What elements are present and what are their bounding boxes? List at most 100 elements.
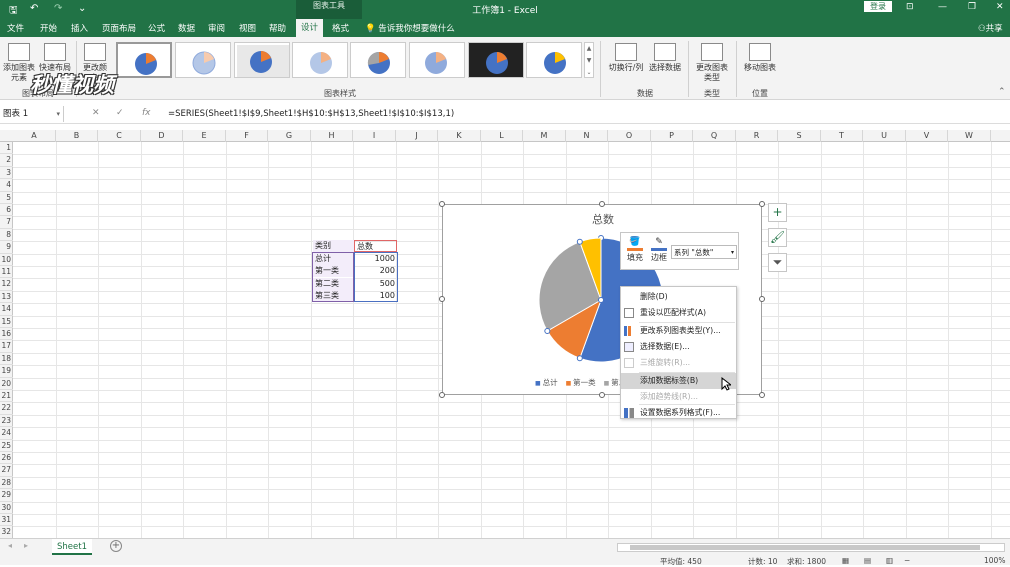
- row-header[interactable]: 18: [0, 353, 13, 366]
- series-select[interactable]: 系列 "总数" ▾: [671, 245, 737, 259]
- column-header[interactable]: T: [821, 130, 863, 142]
- row-header[interactable]: 23: [0, 415, 13, 428]
- normal-view-icon[interactable]: ▦: [842, 556, 849, 565]
- chart-style-2[interactable]: [175, 42, 231, 78]
- select-data-button[interactable]: 选择数据: [647, 43, 683, 73]
- cell-header-category[interactable]: 类别: [313, 240, 354, 252]
- tell-me-search[interactable]: 💡 告诉我你想要做什么: [365, 22, 455, 34]
- tab-design[interactable]: 设计: [296, 19, 324, 37]
- menu-item-add-data-labels[interactable]: 添加数据标签(B): [621, 373, 736, 389]
- tab-formulas[interactable]: 公式: [148, 22, 165, 34]
- tab-data[interactable]: 数据: [178, 22, 195, 34]
- column-header[interactable]: P: [651, 130, 693, 142]
- share-button[interactable]: ⚇共享: [978, 22, 1003, 34]
- row-header[interactable]: 27: [0, 464, 13, 477]
- row-header[interactable]: 6: [0, 204, 13, 217]
- column-header[interactable]: V: [906, 130, 948, 142]
- enter-icon[interactable]: ✓: [116, 108, 124, 118]
- chart-style-1[interactable]: [116, 42, 172, 78]
- page-layout-view-icon[interactable]: ▤: [864, 556, 871, 565]
- resize-handle[interactable]: [439, 201, 445, 207]
- resize-handle[interactable]: [439, 392, 445, 398]
- column-header[interactable]: C: [98, 130, 141, 142]
- column-header[interactable]: N: [566, 130, 608, 142]
- column-header[interactable]: G: [268, 130, 311, 142]
- collapse-ribbon-icon[interactable]: ⌃: [998, 87, 1006, 97]
- column-header[interactable]: I: [353, 130, 396, 142]
- resize-handle[interactable]: [759, 392, 765, 398]
- row-header[interactable]: 29: [0, 489, 13, 502]
- menu-item-reset-style[interactable]: 重设以匹配样式(A): [621, 305, 736, 321]
- slice-point-handle[interactable]: [544, 328, 551, 334]
- customize-quick-access-icon[interactable]: ⌄: [78, 3, 86, 14]
- row-header[interactable]: 19: [0, 365, 13, 378]
- center-handle[interactable]: [598, 297, 604, 303]
- row-header[interactable]: 24: [0, 427, 13, 440]
- row-header[interactable]: 21: [0, 390, 13, 403]
- chart-style-7[interactable]: [468, 42, 524, 78]
- next-sheet-icon[interactable]: ▸: [24, 541, 28, 550]
- column-header[interactable]: R: [736, 130, 778, 142]
- row-header[interactable]: 2: [0, 154, 13, 167]
- ribbon-display-icon[interactable]: ⊡: [906, 2, 914, 12]
- column-header[interactable]: K: [438, 130, 481, 142]
- save-icon[interactable]: 🖫: [9, 3, 18, 20]
- menu-item-select-data[interactable]: 选择数据(E)...: [621, 339, 736, 355]
- page-break-view-icon[interactable]: ▥: [886, 556, 893, 565]
- row-header[interactable]: 22: [0, 402, 13, 415]
- resize-handle[interactable]: [759, 296, 765, 302]
- row-header[interactable]: 9: [0, 241, 13, 254]
- column-header[interactable]: A: [13, 130, 56, 142]
- minimize-icon[interactable]: —: [938, 2, 947, 12]
- tab-file[interactable]: 文件: [7, 22, 24, 34]
- menu-item-change-series-type[interactable]: 更改系列图表类型(Y)...: [621, 323, 736, 339]
- column-header[interactable]: F: [226, 130, 268, 142]
- gallery-scroll[interactable]: ▲ ▼ ⌄: [584, 42, 594, 78]
- formula-input[interactable]: =SERIES(Sheet1!$I$9,Sheet1!$H$10:$H$13,S…: [168, 109, 454, 119]
- redo-icon[interactable]: ↷: [54, 3, 62, 14]
- row-header[interactable]: 16: [0, 328, 13, 341]
- row-header[interactable]: 11: [0, 266, 13, 279]
- column-header[interactable]: B: [56, 130, 98, 142]
- resize-handle[interactable]: [599, 201, 605, 207]
- close-icon[interactable]: ✕: [996, 2, 1004, 12]
- move-chart-button[interactable]: 移动图表: [740, 43, 780, 73]
- row-header[interactable]: 1: [0, 142, 13, 155]
- row-header[interactable]: 10: [0, 254, 13, 266]
- legend-entry[interactable]: ■ 总计: [535, 378, 558, 387]
- chart-style-4[interactable]: [292, 42, 348, 78]
- legend-entry[interactable]: ■ 第一类: [566, 378, 596, 387]
- chart-style-3[interactable]: [234, 42, 290, 78]
- sheet-tab[interactable]: Sheet1: [52, 539, 92, 555]
- prev-sheet-icon[interactable]: ◂: [8, 541, 12, 550]
- chart-style-5[interactable]: [350, 42, 406, 78]
- row-header[interactable]: 30: [0, 502, 13, 514]
- tab-insert[interactable]: 插入: [71, 22, 88, 34]
- chart-style-8[interactable]: [526, 42, 582, 78]
- undo-icon[interactable]: ↶: [30, 3, 38, 14]
- slice-point-handle[interactable]: [576, 238, 583, 245]
- column-header[interactable]: H: [311, 130, 353, 142]
- chart-filters-button[interactable]: ⏷: [768, 253, 787, 272]
- tab-help[interactable]: 帮助: [269, 22, 286, 34]
- insert-function-icon[interactable]: fx: [142, 108, 151, 118]
- row-header[interactable]: 14: [0, 303, 13, 316]
- menu-item-delete[interactable]: 删除(D): [621, 289, 736, 305]
- chart-style-6[interactable]: [409, 42, 465, 78]
- row-header[interactable]: 3: [0, 167, 13, 180]
- name-box[interactable]: 图表 1 ▾: [0, 106, 64, 122]
- row-header[interactable]: 31: [0, 514, 13, 527]
- change-chart-type-button[interactable]: 更改图表类型: [694, 43, 730, 83]
- add-sheet-icon[interactable]: +: [110, 540, 122, 552]
- tab-page-layout[interactable]: 页面布局: [102, 22, 136, 34]
- fill-button[interactable]: 🪣 填充: [625, 237, 645, 263]
- column-header[interactable]: J: [396, 130, 438, 142]
- horizontal-scrollbar[interactable]: [617, 543, 1005, 552]
- row-header[interactable]: 17: [0, 340, 13, 353]
- menu-item-format-series[interactable]: 设置数据系列格式(F)...: [621, 405, 736, 421]
- outline-button[interactable]: ✎ 边框: [649, 237, 669, 263]
- chart-styles-button[interactable]: 🖌: [768, 228, 787, 247]
- column-header[interactable]: D: [141, 130, 183, 142]
- column-header[interactable]: L: [481, 130, 523, 142]
- chart-elements-button[interactable]: +: [768, 203, 787, 222]
